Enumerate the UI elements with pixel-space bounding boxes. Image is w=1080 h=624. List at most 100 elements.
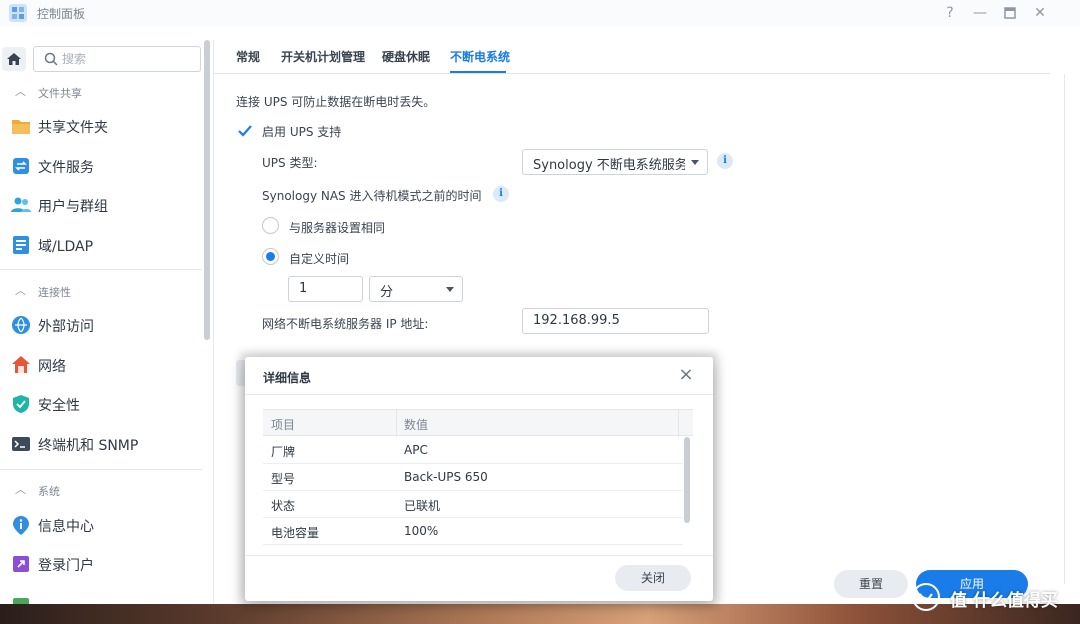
search-input[interactable] (62, 50, 192, 68)
shield-icon (13, 395, 29, 413)
sidebar-item-shared-folder[interactable]: 共享文件夹 (0, 109, 202, 141)
tab-hdd-hibernation[interactable]: 硬盘休眠 (382, 48, 430, 65)
table-row: 电池容量 100% (263, 518, 683, 545)
sidebar-item-users-groups[interactable]: 用户与群组 (0, 188, 202, 220)
sidebar-item-network[interactable]: 网络 (0, 348, 202, 380)
column-header-item[interactable]: 项目 (271, 416, 295, 433)
tab-ups[interactable]: 不断电系统 (450, 48, 510, 65)
home-button[interactable] (2, 47, 26, 71)
sidebar-item-label: 文件服务 (38, 160, 94, 176)
title-bar: 控制面板 ? — ✕ (0, 0, 1080, 26)
server-ip-input[interactable]: 192.168.99.5 (522, 308, 709, 334)
reset-button[interactable]: 重置 (834, 570, 908, 598)
sidebar-item-external-access[interactable]: 外部访问 (0, 308, 202, 340)
section-connectivity[interactable]: ︿ 连接性 (0, 279, 200, 303)
details-dialog: 详细信息 × 项目 数值 厂牌 APC 型号 Back-UPS 650 状态 已… (245, 357, 713, 601)
server-ip-label: 网络不断电系统服务器 IP 地址: (262, 317, 429, 331)
sidebar-item-label: 用户与群组 (38, 199, 108, 215)
info-icon[interactable]: i (493, 186, 509, 202)
radio-custom-time[interactable] (262, 248, 279, 265)
table-scrollbar[interactable] (684, 437, 690, 523)
ups-description: 连接 UPS 可防止数据在断电时丢失。 (236, 95, 436, 109)
minimize-icon[interactable]: — (970, 3, 990, 23)
column-header-value[interactable]: 数值 (404, 416, 428, 433)
sidebar-item-partial[interactable] (0, 586, 202, 604)
dropdown-caret-icon (691, 160, 699, 165)
section-title: 文件共享 (38, 87, 82, 100)
home-icon (7, 53, 21, 65)
row-value: APC (404, 443, 428, 457)
dropdown-caret-icon (446, 287, 454, 292)
dialog-footer-divider (245, 555, 713, 556)
table-header: 项目 数值 (263, 409, 693, 437)
row-value: 100% (404, 524, 439, 538)
sidebar-item-label: 域/LDAP (38, 239, 94, 255)
active-tab-indicator (450, 71, 506, 73)
watermark: 值 什么值得买 (910, 582, 1070, 612)
section-title: 系统 (38, 485, 60, 498)
sidebar-item-label: 网络 (38, 359, 66, 375)
section-system[interactable]: ︿ 系统 (0, 478, 200, 502)
enable-ups-label: 启用 UPS 支持 (262, 125, 342, 139)
ups-type-value: Synology 不断电系统服务器 (533, 158, 685, 173)
search-icon (44, 52, 58, 66)
chevron-up-icon: ︿ (15, 483, 26, 496)
info-icon[interactable]: i (717, 153, 733, 169)
section-title: 连接性 (38, 286, 71, 299)
row-item: 厂牌 (271, 445, 296, 459)
users-group-icon (11, 197, 31, 212)
time-unit-value: 分 (380, 285, 394, 300)
watermark-logo-icon (912, 583, 940, 611)
maximize-icon[interactable] (1000, 3, 1020, 23)
sidebar-item-label: 安全性 (38, 398, 80, 414)
close-window-icon[interactable]: ✕ (1030, 3, 1050, 23)
time-value-input[interactable]: 1 (288, 276, 363, 302)
sidebar-item-login-portal[interactable]: 登录门户 (0, 547, 202, 579)
close-button[interactable]: 关闭 (615, 565, 691, 591)
sidebar-item-domain-ldap[interactable]: 域/LDAP (0, 228, 202, 260)
table-row: 型号 Back-UPS 650 (263, 464, 683, 491)
section-divider (0, 269, 202, 270)
search-field[interactable] (33, 46, 201, 72)
sidebar-item-label: 登录门户 (38, 558, 94, 574)
column-separator (396, 410, 397, 437)
help-icon[interactable]: ? (940, 3, 960, 23)
section-divider (0, 469, 202, 470)
time-unit-select[interactable]: 分 (369, 276, 463, 302)
tab-bar: 常规 开关机计划管理 硬盘休眠 不断电系统 (214, 40, 1050, 74)
server-ip-value: 192.168.99.5 (533, 313, 620, 328)
chevron-up-icon: ︿ (15, 85, 26, 98)
sidebar-item-security[interactable]: 安全性 (0, 387, 202, 419)
tab-power-schedule[interactable]: 开关机计划管理 (281, 48, 365, 65)
tab-general[interactable]: 常规 (236, 48, 260, 65)
sidebar-item-label: 共享文件夹 (38, 120, 108, 136)
ups-type-select[interactable]: Synology 不断电系统服务器 (522, 149, 708, 175)
sidebar-item-terminal-snmp[interactable]: 终端机和 SNMP (0, 427, 202, 459)
region-icon (13, 598, 29, 604)
sidebar-item-info-center[interactable]: 信息中心 (0, 508, 202, 540)
row-item: 电池容量 (271, 526, 320, 540)
sidebar-item-file-services[interactable]: 文件服务 (0, 149, 202, 181)
sidebar-item-label: 外部访问 (38, 319, 94, 335)
close-icon[interactable]: × (677, 366, 695, 384)
login-portal-icon (13, 556, 29, 572)
domain-ldap-icon (13, 236, 29, 254)
table-row: 厂牌 APC (263, 437, 683, 464)
info-center-icon (13, 516, 29, 535)
folder-share-icon (12, 120, 30, 134)
table-row: 状态 已联机 (263, 491, 683, 518)
time-value: 1 (299, 281, 308, 296)
watermark-text: 值 什么值得买 (950, 591, 1058, 611)
radio-same-as-server[interactable] (262, 217, 279, 234)
section-file-sharing[interactable]: ︿ 文件共享 (0, 80, 200, 104)
sidebar-item-label: 信息中心 (38, 519, 94, 535)
checkmark-icon[interactable] (236, 122, 254, 140)
sidebar-scrollbar[interactable] (204, 40, 210, 340)
window-title: 控制面板 (37, 7, 86, 21)
column-separator (678, 410, 679, 437)
content-divider (1064, 74, 1065, 584)
sidebar-item-label: 终端机和 SNMP (38, 438, 139, 454)
ups-type-label: UPS 类型: (262, 156, 318, 170)
row-item: 状态 (271, 499, 296, 513)
custom-time-label: 自定义时间 (289, 252, 350, 266)
